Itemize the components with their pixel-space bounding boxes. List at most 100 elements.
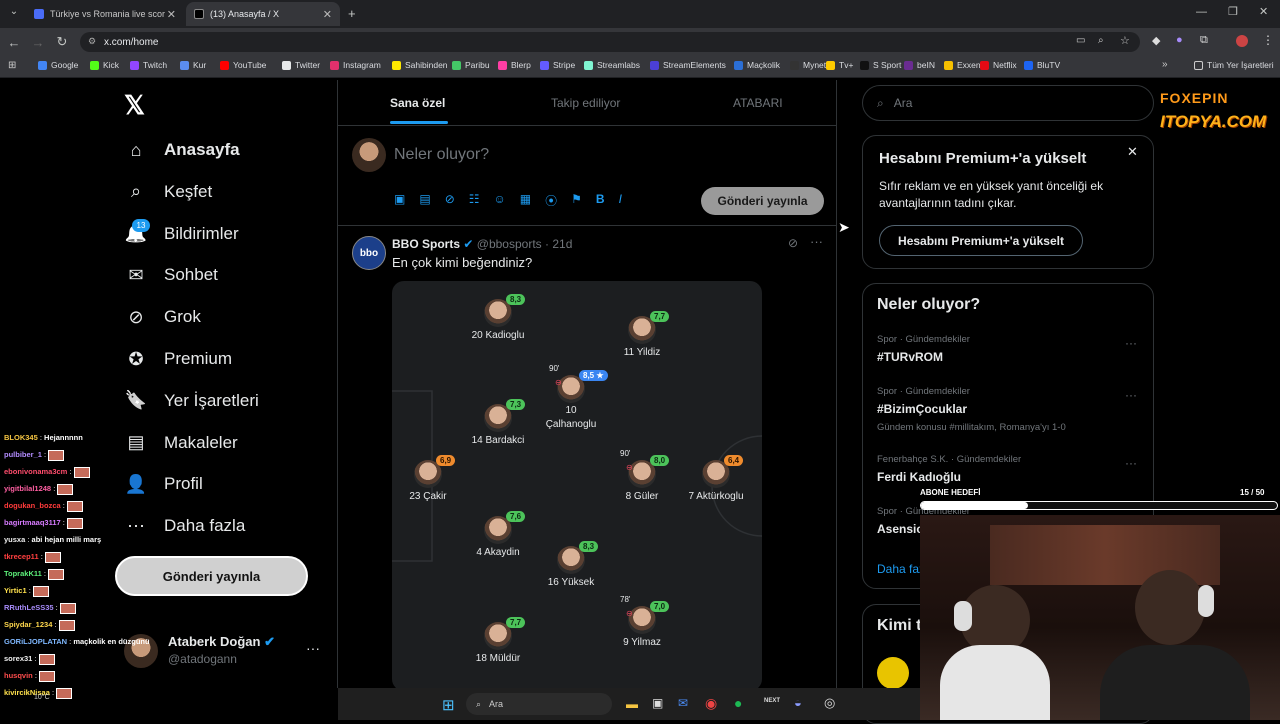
tab-atabari[interactable]: ATABARI <box>733 96 783 110</box>
new-tab-icon[interactable]: + <box>348 6 356 21</box>
player-card[interactable]: 20 Kadioglu <box>458 299 538 341</box>
mail-icon[interactable]: ✉ <box>678 696 688 710</box>
reload-icon[interactable]: ↻ <box>52 34 72 50</box>
tab-search-icon[interactable]: ⌄ <box>4 6 24 17</box>
trend-name[interactable]: #BizimÇocuklar <box>877 402 967 416</box>
chrome-icon[interactable]: ◉ <box>705 695 717 712</box>
file-explorer-icon[interactable]: ▬ <box>626 697 638 711</box>
tweet-handle[interactable]: @bbosports <box>477 237 542 251</box>
player-card[interactable]: 18 Müldür <box>458 622 538 664</box>
spotify-icon[interactable]: ● <box>734 695 742 711</box>
sidebar-item-verified[interactable]: ✪ Premium <box>124 344 232 374</box>
more-bookmarks-icon[interactable]: » <box>1162 59 1168 70</box>
more-dots-icon[interactable]: ··· <box>810 234 823 249</box>
account-switcher[interactable]: Ataberk Doğan ✔ @atadogann ··· <box>124 632 344 672</box>
bookmark-6[interactable]: Twitter <box>282 60 320 70</box>
bookmark-9[interactable]: Paribu <box>452 60 490 70</box>
schedule-icon[interactable]: ▦ <box>520 192 531 209</box>
close-icon[interactable]: ✕ <box>167 8 176 21</box>
bookmark-21[interactable]: BluTV <box>1024 60 1060 70</box>
sidebar-item-mail[interactable]: ✉ Sohbet <box>124 260 217 290</box>
bookmark-4[interactable]: Kur <box>180 60 206 70</box>
bookmark-1[interactable]: Google <box>38 60 78 70</box>
site-info-icon[interactable]: ⚙ <box>88 36 96 47</box>
all-bookmarks-folder[interactable]: Tüm Yer İşaretleri <box>1194 60 1274 70</box>
bold-icon[interactable]: B <box>596 192 605 209</box>
player-card[interactable]: 9 Yilmaz <box>602 606 682 648</box>
bookmark-7[interactable]: Instagram <box>330 60 381 70</box>
sidebar-item-search[interactable]: ⌕ Keşfet <box>124 177 212 207</box>
tab-following[interactable]: Takip ediliyor <box>551 96 620 110</box>
tweet-time[interactable]: 21d <box>552 237 572 251</box>
premium-upgrade-button[interactable]: Hesabını Premium+'a yükselt <box>879 225 1083 256</box>
apps-grid-icon[interactable]: ⊞ <box>8 60 16 71</box>
post-button[interactable]: Gönderi yayınla <box>115 556 308 596</box>
player-card[interactable]: 7 Aktürkoglu <box>676 460 756 502</box>
x-logo-icon[interactable]: 𝕏 <box>124 90 145 121</box>
bookmark-15[interactable]: Mynet <box>790 60 826 70</box>
gif-icon[interactable]: ▤ <box>419 192 430 209</box>
sidebar-item-home[interactable]: ⌂ Anasayfa <box>124 135 240 165</box>
player-card[interactable]: 23 Çakir <box>388 460 468 502</box>
tweet-author-avatar[interactable]: bbo <box>352 236 386 270</box>
window-close-icon[interactable]: ✕ <box>1259 5 1268 18</box>
restore-icon[interactable]: ❐ <box>1228 5 1238 18</box>
sidebar-item-bookmark[interactable]: 🔖 Yer İşaretleri <box>124 386 259 416</box>
player-card[interactable]: 8 Güler <box>602 460 682 502</box>
image-icon[interactable]: ▣ <box>394 192 405 209</box>
more-dots-icon[interactable]: ··· <box>306 640 320 656</box>
compose-input[interactable]: Neler oluyor? <box>394 146 489 164</box>
player-card[interactable]: 16 Yüksek <box>531 546 611 588</box>
player-card[interactable]: 11 Yildiz <box>602 316 682 358</box>
search-input[interactable]: ⌕ Ara <box>862 85 1154 121</box>
bookmark-8[interactable]: Sahibinden <box>392 60 448 70</box>
zoom-icon[interactable]: ⌕ <box>1098 35 1104 46</box>
bookmark-17[interactable]: S Sport <box>860 60 901 70</box>
discord-icon[interactable]: ◒ <box>794 695 802 710</box>
bookmark-10[interactable]: Blerp <box>498 60 531 70</box>
back-icon[interactable]: ← <box>4 35 24 50</box>
more-dots-icon[interactable]: ··· <box>1125 456 1137 470</box>
suggested-avatar[interactable] <box>877 657 909 689</box>
taskbar-search[interactable]: ⌕ Ara <box>466 693 612 715</box>
bookmark-19[interactable]: Exxen <box>944 60 981 70</box>
poll-icon[interactable]: ☷ <box>469 192 480 209</box>
bookmark-2[interactable]: Kick <box>90 60 119 70</box>
close-icon[interactable]: ✕ <box>323 8 332 21</box>
sidebar-item-more-circle[interactable]: ⋯ Daha fazla <box>124 511 245 541</box>
obs-icon[interactable]: ◎ <box>824 695 835 711</box>
extensions-puzzle-icon[interactable]: ⧉ <box>1200 34 1208 47</box>
more-dots-icon[interactable]: ··· <box>1125 336 1137 350</box>
flag-icon[interactable]: ⚑ <box>571 192 582 209</box>
more-dots-icon[interactable]: ··· <box>1125 388 1137 402</box>
tab-livescore[interactable]: Türkiye vs Romania live score, H ✕ <box>26 2 184 26</box>
address-bar[interactable]: ⚙ x.com/home ▭ ⌕ ☆ <box>80 32 1140 52</box>
sidebar-item-grok[interactable]: ⊘ Grok <box>124 302 200 332</box>
player-card[interactable]: 10 Çalhanoglu <box>531 375 611 430</box>
tab-x-home[interactable]: (13) Anasayfa / X ✕ <box>186 2 340 26</box>
bookmark-3[interactable]: Twitch <box>130 60 167 70</box>
emoji-icon[interactable]: ☺ <box>494 192 506 209</box>
location-icon[interactable]: ⦿ <box>545 192 557 209</box>
bookmark-16[interactable]: Tv+ <box>826 60 853 70</box>
bookmark-12[interactable]: Streamlabs <box>584 60 640 70</box>
profile-avatar[interactable] <box>1236 35 1248 47</box>
cast-icon[interactable]: ▭ <box>1076 35 1085 46</box>
bookmark-star-icon[interactable]: ☆ <box>1120 34 1130 47</box>
bookmark-11[interactable]: Stripe <box>540 60 575 70</box>
menu-kebab-icon[interactable]: ⋮ <box>1262 33 1274 47</box>
italic-icon[interactable]: I <box>619 192 622 209</box>
tab-for-you[interactable]: Sana özel <box>390 96 445 110</box>
tweet-author[interactable]: BBO Sports <box>392 237 460 251</box>
sidebar-item-article[interactable]: ▤ Makaleler <box>124 428 237 458</box>
next-app-icon[interactable]: NEXT <box>764 698 780 704</box>
grok-icon[interactable]: ⊘ <box>445 192 455 209</box>
close-icon[interactable]: ✕ <box>1127 144 1138 160</box>
extension-icon[interactable]: ◆ <box>1152 34 1160 47</box>
sidebar-item-user[interactable]: 👤 Profil <box>124 469 203 499</box>
compose-post-button[interactable]: Gönderi yayınla <box>701 187 824 215</box>
bookmark-13[interactable]: StreamElements <box>650 60 726 70</box>
bookmark-5[interactable]: YouTube <box>220 60 266 70</box>
grok-icon[interactable]: ⊘ <box>788 236 798 250</box>
trend-name[interactable]: Asensio <box>877 522 924 536</box>
